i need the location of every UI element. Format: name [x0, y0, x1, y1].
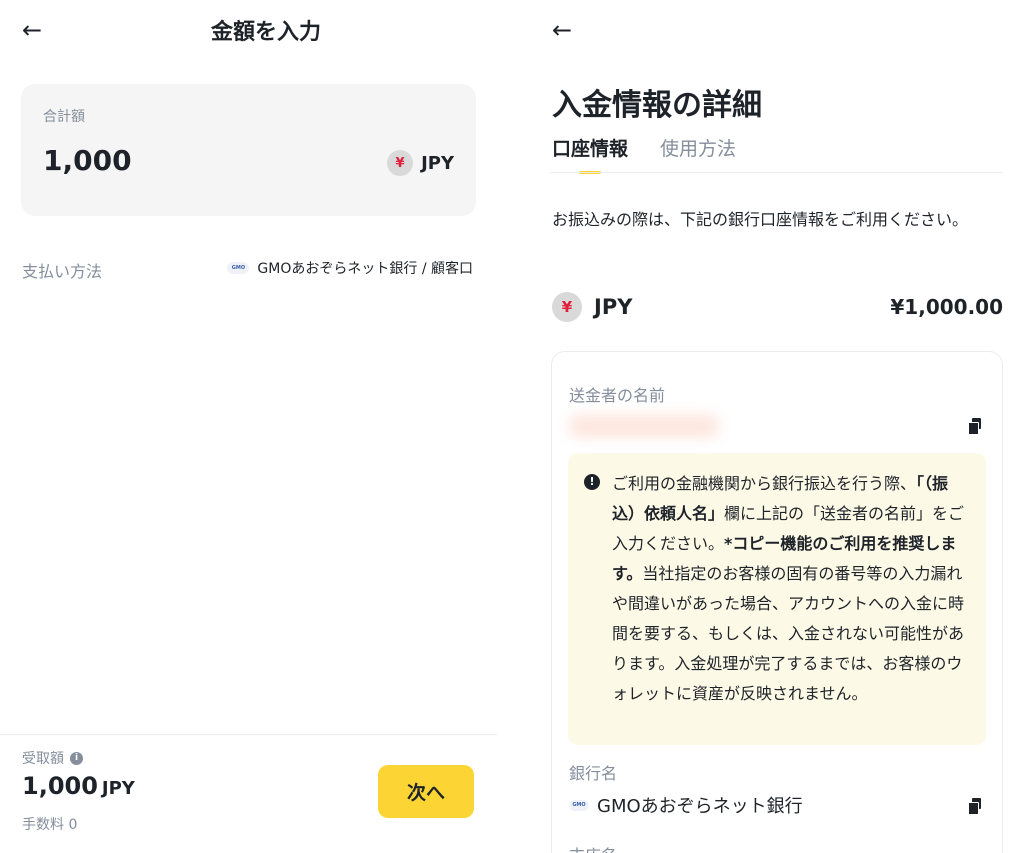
currency-row: ¥ JPY ¥1,000.00	[552, 292, 1003, 322]
receive-amount-label-row: 受取額 i	[22, 748, 83, 768]
yen-coin-icon: ¥	[387, 150, 414, 176]
gmo-bank-logo: GMO	[569, 799, 589, 811]
info-icon[interactable]: i	[70, 751, 83, 765]
payment-method-label: 支払い方法	[22, 262, 103, 281]
payment-method-value[interactable]: GMO GMOあおぞらネット銀行 / 顧客口	[227, 258, 473, 278]
notice-text-1: ご利用の金融機関から銀行振込を行う際、	[612, 474, 917, 493]
tab-account-info[interactable]: 口座情報	[552, 134, 628, 173]
amount-input-screen: ← 金額を入力 合計額 1,000 ¥ JPY 支払い方法 GMO GMOあおぞ…	[0, 0, 497, 853]
back-arrow-icon[interactable]: ←	[552, 18, 572, 42]
tab-usage[interactable]: 使用方法	[660, 134, 736, 173]
bank-name-value: GMOあおぞらネット銀行	[597, 796, 803, 817]
tab-bar: 口座情報 使用方法	[552, 134, 736, 173]
total-amount-card[interactable]: 合計額 1,000 ¥ JPY	[21, 84, 476, 216]
deposit-details-screen: ← 入金情報の詳細 口座情報 使用方法 お振込みの際は、下記の銀行口座情報をご利…	[530, 0, 1024, 853]
gmo-bank-logo: GMO	[227, 262, 250, 274]
fee-text: 手数料 0	[22, 817, 78, 833]
notice-text-3: 当社指定のお客様の固有の番号等の入力漏れや間違いがあった場合、アカウントへの入金…	[612, 564, 965, 703]
currency-code: JPY	[594, 295, 633, 319]
copy-icon[interactable]	[968, 418, 984, 435]
currency-selector[interactable]: ¥ JPY	[387, 150, 454, 176]
warning-icon: !	[584, 474, 600, 490]
yen-coin-icon: ¥	[552, 292, 582, 322]
receive-amount-unit: JPY	[101, 778, 135, 799]
total-amount-label: 合計額	[43, 109, 85, 125]
page-title: 入金情報の詳細	[552, 88, 762, 123]
receive-amount: 1,000 JPY	[22, 772, 135, 800]
footer-divider	[0, 734, 497, 735]
notice-box: ! ご利用の金融機関から銀行振込を行う際、「（振込）依頼人名」欄に上記の「送金者…	[568, 453, 986, 745]
payment-method-text: GMOあおぞらネット銀行 / 顧客口	[257, 261, 473, 277]
sender-name-redacted	[569, 414, 719, 438]
intro-text: お振込みの際は、下記の銀行口座情報をご利用ください。	[552, 210, 969, 229]
copy-icon[interactable]	[968, 798, 984, 815]
branch-name-label: 支店名	[569, 842, 617, 853]
bank-name-row: GMO GMOあおぞらネット銀行	[569, 792, 803, 818]
tabs-divider	[550, 172, 1003, 173]
page-title: 金額を入力	[210, 20, 321, 45]
currency-code: JPY	[421, 152, 454, 174]
bank-details-card: 送金者の名前 ! ご利用の金融機関から銀行振込を行う際、「（振込）依頼人名」欄に…	[551, 351, 1003, 853]
deposit-amount: ¥1,000.00	[890, 295, 1003, 319]
sender-name-label: 送金者の名前	[569, 386, 666, 405]
receive-amount-label: 受取額	[22, 751, 64, 767]
total-amount-value[interactable]: 1,000	[43, 144, 132, 177]
next-button[interactable]: 次へ	[378, 765, 474, 818]
bank-name-label: 銀行名	[569, 764, 618, 783]
receive-amount-value: 1,000	[22, 772, 98, 800]
